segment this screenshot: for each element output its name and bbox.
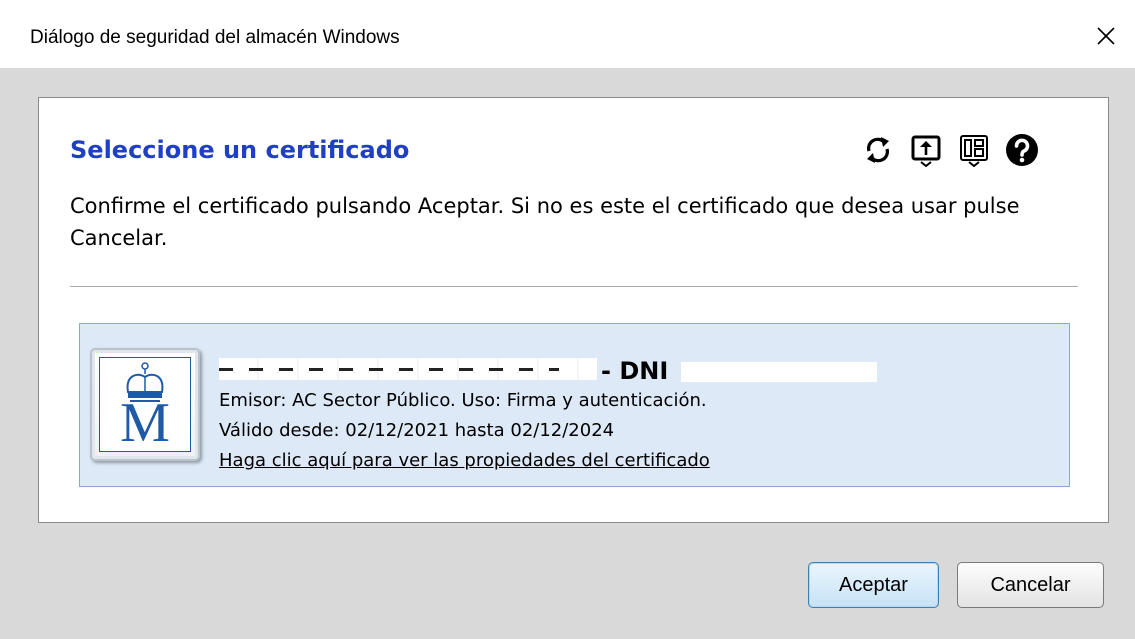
dialog-heading: Seleccione un certificado xyxy=(70,136,410,164)
help-button[interactable] xyxy=(1005,132,1039,168)
close-button[interactable] xyxy=(1083,14,1129,58)
dialog-description: Confirme el certificado pulsando Aceptar… xyxy=(70,194,1020,250)
divider xyxy=(70,286,1078,287)
certificate-panel: Seleccione un certificado Confirme el ce… xyxy=(38,97,1109,523)
certificate-validity: Válido desde: 02/12/2021 hasta 02/12/202… xyxy=(219,420,615,441)
title-bar: Diálogo de seguridad del almacén Windows xyxy=(0,0,1135,68)
window-title: Diálogo de seguridad del almacén Windows xyxy=(30,27,400,48)
help-icon xyxy=(1006,134,1038,166)
certificate-item[interactable]: M - DNI Emisor: AC Sector Público. Uso: … xyxy=(79,323,1070,487)
certificate-dni-label: - DNI xyxy=(601,357,669,385)
view-certificates-button[interactable] xyxy=(957,132,991,168)
certificate-name: - DNI xyxy=(219,354,899,388)
refresh-icon xyxy=(867,137,889,163)
import-certificate-icon xyxy=(911,135,941,167)
logo-frame: M xyxy=(99,357,191,452)
refresh-button[interactable] xyxy=(861,132,895,168)
certificate-logo: M xyxy=(90,348,200,461)
close-icon xyxy=(1097,27,1115,45)
redacted-dni xyxy=(681,362,877,382)
logo-letter: M xyxy=(120,392,170,454)
certificate-properties-link[interactable]: Haga clic aquí para ver las propiedades … xyxy=(219,450,710,471)
cancel-button[interactable]: Cancelar xyxy=(957,562,1104,608)
certificate-issuer: Emisor: AC Sector Público. Uso: Firma y … xyxy=(219,390,707,411)
toolbar xyxy=(861,132,1039,168)
import-certificate-button[interactable] xyxy=(909,132,943,168)
accept-button[interactable]: Aceptar xyxy=(808,562,939,608)
redacted-name xyxy=(219,358,597,380)
view-certificates-icon xyxy=(960,135,988,167)
